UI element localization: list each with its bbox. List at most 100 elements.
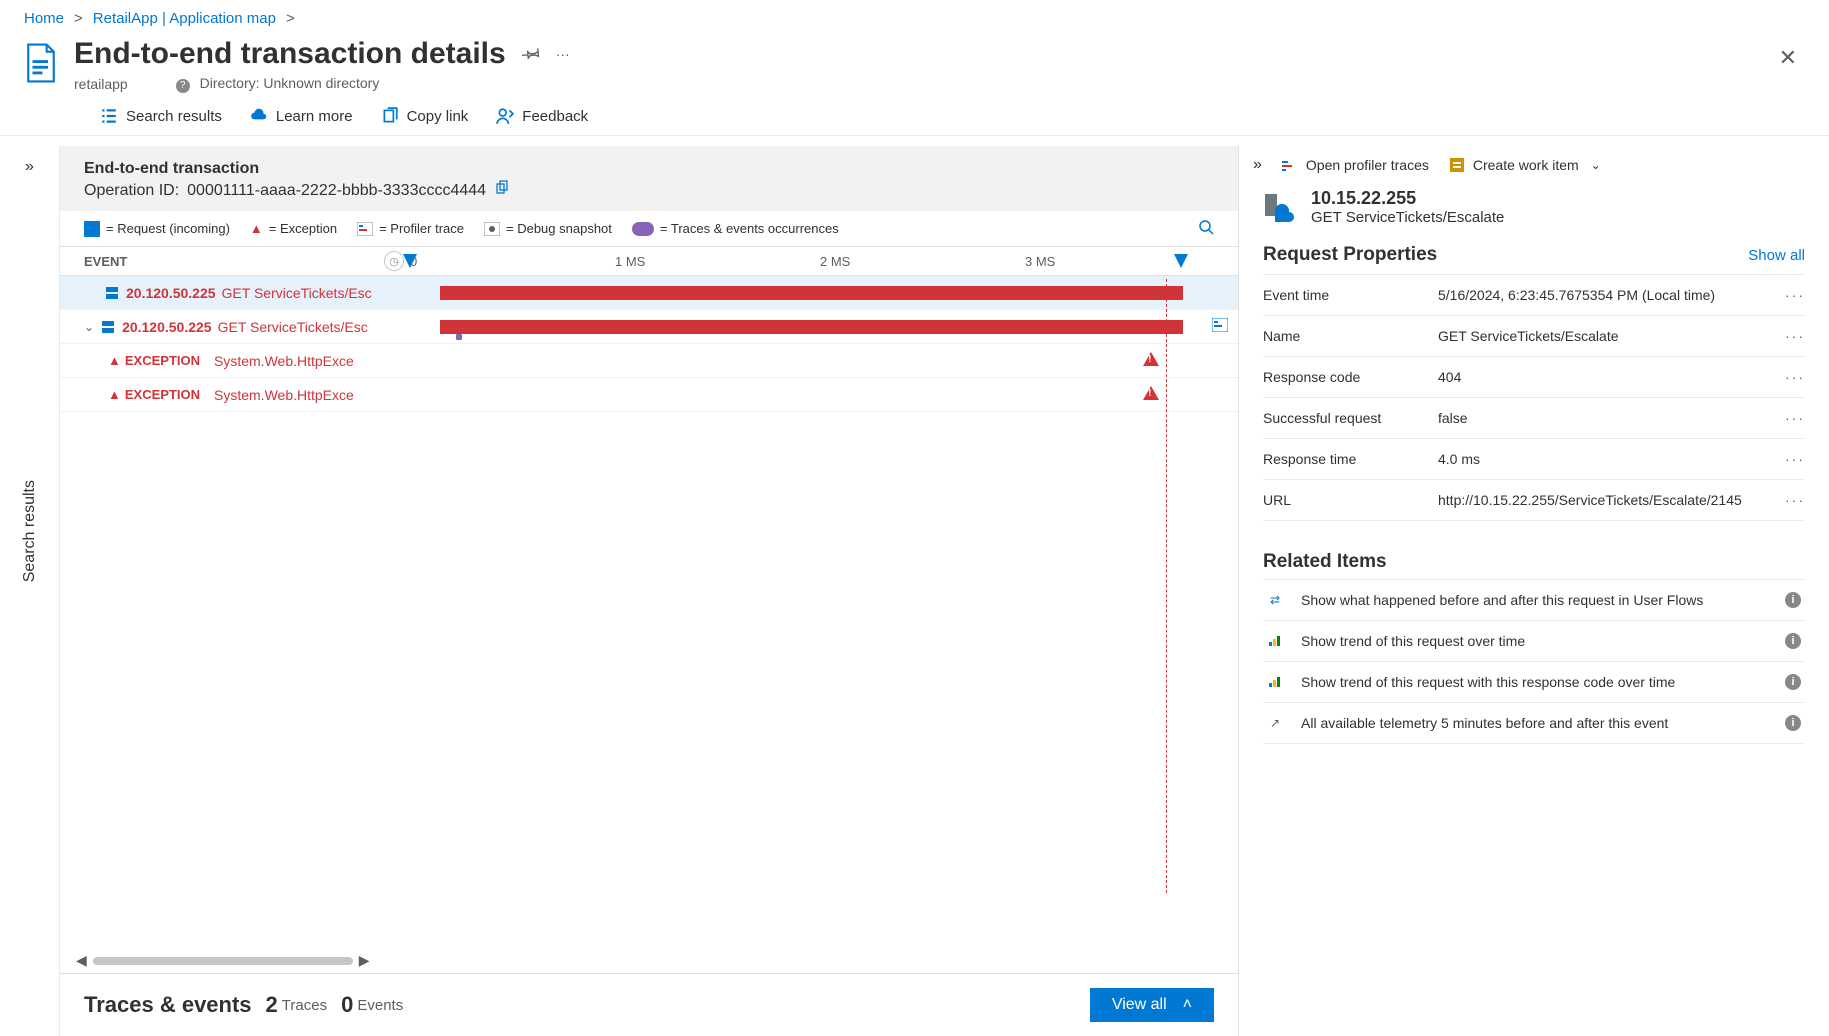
scroll-thumb[interactable] bbox=[93, 957, 353, 965]
properties-table: Event time 5/16/2024, 6:23:45.7675354 PM… bbox=[1263, 274, 1805, 521]
property-more-icon[interactable]: ··· bbox=[1777, 287, 1805, 303]
more-icon[interactable]: ··· bbox=[556, 46, 570, 62]
page-title: End-to-end transaction details bbox=[74, 37, 506, 71]
property-more-icon[interactable]: ··· bbox=[1777, 492, 1805, 508]
timeline-row[interactable]: ▲ EXCEPTION System.Web.HttpExce bbox=[60, 344, 1238, 378]
traces-footer: Traces & events 2 Traces 0 Events View a… bbox=[60, 973, 1238, 1036]
feedback-button[interactable]: Feedback bbox=[496, 107, 588, 125]
collapse-details-button[interactable]: » bbox=[1253, 156, 1262, 174]
main: » Search results End-to-end transaction … bbox=[0, 146, 1829, 1036]
scroll-left-icon[interactable]: ◀ bbox=[76, 952, 87, 969]
timeline-row[interactable]: ⌄ 20.120.50.225 GET ServiceTickets/Esc bbox=[60, 310, 1238, 344]
legend-debug: = Debug snapshot bbox=[484, 221, 612, 236]
axis-tick: 0 bbox=[410, 254, 615, 269]
axis-tick: 2 MS bbox=[820, 254, 1025, 269]
row-op: GET ServiceTickets/Esc bbox=[222, 285, 372, 301]
related-item[interactable]: Show trend of this request over time i bbox=[1263, 621, 1805, 662]
workitem-icon bbox=[1449, 157, 1465, 173]
server-icon bbox=[100, 319, 116, 335]
subtitle: retailapp bbox=[74, 76, 128, 92]
server-icon bbox=[104, 285, 120, 301]
legend-request: = Request (incoming) bbox=[84, 221, 230, 237]
timeline-header: End-to-end transaction Operation ID: 000… bbox=[60, 146, 1238, 211]
cloud-server-icon bbox=[1263, 190, 1297, 224]
info-icon[interactable]: i bbox=[1785, 633, 1801, 649]
search-results-button[interactable]: Search results bbox=[100, 107, 222, 125]
property-row: Response time 4.0 ms ··· bbox=[1263, 439, 1805, 480]
show-all-link[interactable]: Show all bbox=[1748, 247, 1805, 264]
timeline-row[interactable]: 20.120.50.225 GET ServiceTickets/Esc bbox=[60, 276, 1238, 310]
axis-tick: 3 MS bbox=[1025, 254, 1230, 269]
range-handle-right[interactable] bbox=[1174, 254, 1188, 268]
view-all-button[interactable]: View all ˄ bbox=[1090, 988, 1214, 1022]
details-panel: » Open profiler traces Create work item … bbox=[1239, 146, 1829, 1036]
horizontal-scrollbar[interactable]: ◀ ▶ bbox=[60, 948, 1238, 973]
info-icon[interactable]: i bbox=[1785, 592, 1801, 608]
directory-label: ? Directory: Unknown directory bbox=[176, 75, 380, 93]
breadcrumb-home[interactable]: Home bbox=[24, 10, 64, 27]
related-item[interactable]: ⇄ Show what happened before and after th… bbox=[1263, 580, 1805, 621]
related-item[interactable]: ↗ All available telemetry 5 minutes befo… bbox=[1263, 703, 1805, 744]
legend: = Request (incoming) ▲= Exception = Prof… bbox=[60, 211, 1238, 247]
related-items-header: Related Items bbox=[1239, 521, 1829, 579]
chart-icon bbox=[1267, 633, 1283, 649]
left-rail: » Search results bbox=[0, 146, 60, 1036]
pin-icon[interactable] bbox=[522, 44, 540, 65]
property-more-icon[interactable]: ··· bbox=[1777, 369, 1805, 385]
property-more-icon[interactable]: ··· bbox=[1777, 328, 1805, 344]
info-icon[interactable]: i bbox=[1785, 674, 1801, 690]
person-icon bbox=[496, 107, 514, 125]
timeline-axis: EVENT ◷ 0 1 MS 2 MS 3 MS bbox=[60, 247, 1238, 276]
legend-exception: ▲= Exception bbox=[250, 221, 337, 236]
range-handle-left[interactable] bbox=[403, 254, 417, 268]
toolbar: Search results Learn more Copy link Feed… bbox=[0, 101, 1829, 136]
breadcrumb-sep: > bbox=[286, 10, 295, 27]
breadcrumb-sep: > bbox=[74, 10, 83, 27]
expand-rail-button[interactable]: » bbox=[21, 154, 38, 180]
row-ip: 20.120.50.225 bbox=[122, 319, 212, 335]
timeline-title: End-to-end transaction bbox=[84, 160, 1214, 178]
related-item[interactable]: Show trend of this request with this res… bbox=[1263, 662, 1805, 703]
profiler-trace-icon[interactable] bbox=[1212, 318, 1228, 335]
row-op: System.Web.HttpExce bbox=[214, 387, 354, 403]
breadcrumb-app[interactable]: RetailApp | Application map bbox=[93, 10, 276, 27]
flow-icon: ⇄ bbox=[1267, 592, 1283, 608]
asset-summary: 10.15.22.255 GET ServiceTickets/Escalate bbox=[1239, 188, 1829, 244]
expand-row-icon[interactable]: ⌄ bbox=[84, 320, 94, 334]
breadcrumb: Home > RetailApp | Application map > bbox=[0, 0, 1829, 33]
clock-icon[interactable]: ◷ bbox=[384, 251, 404, 271]
property-row: Successful request false ··· bbox=[1263, 398, 1805, 439]
page-header: End-to-end transaction details ··· retai… bbox=[0, 33, 1829, 101]
learn-more-button[interactable]: Learn more bbox=[250, 107, 353, 125]
scroll-right-icon[interactable]: ▶ bbox=[359, 952, 370, 969]
document-icon bbox=[24, 43, 58, 83]
profiler-icon bbox=[1282, 158, 1298, 172]
info-icon[interactable]: i bbox=[1785, 715, 1801, 731]
request-bar bbox=[440, 286, 1183, 300]
section-title: Request Properties bbox=[1263, 244, 1437, 266]
legend-traces: = Traces & events occurrences bbox=[632, 221, 839, 236]
playhead-line bbox=[1166, 279, 1167, 893]
property-row: URL http://10.15.22.255/ServiceTickets/E… bbox=[1263, 480, 1805, 521]
row-ip: 20.120.50.225 bbox=[126, 285, 216, 301]
close-button[interactable]: ✕ bbox=[1771, 37, 1805, 79]
axis-tick: 1 MS bbox=[615, 254, 820, 269]
property-more-icon[interactable]: ··· bbox=[1777, 451, 1805, 467]
arrow-icon: ↗ bbox=[1267, 715, 1283, 731]
events-label: Events bbox=[357, 997, 403, 1014]
copy-operation-id-icon[interactable] bbox=[494, 180, 510, 201]
create-work-item-button[interactable]: Create work item ⌄ bbox=[1449, 157, 1601, 173]
rail-label: Search results bbox=[21, 480, 39, 582]
list-icon bbox=[100, 107, 118, 125]
open-profiler-button[interactable]: Open profiler traces bbox=[1282, 157, 1429, 173]
row-op: System.Web.HttpExce bbox=[214, 353, 354, 369]
request-properties-header: Request Properties Show all bbox=[1239, 244, 1829, 274]
related-list: ⇄ Show what happened before and after th… bbox=[1263, 579, 1805, 744]
traces-label: Traces bbox=[282, 997, 327, 1014]
request-bar bbox=[440, 320, 1183, 334]
legend-search-icon[interactable] bbox=[1198, 219, 1214, 238]
property-more-icon[interactable]: ··· bbox=[1777, 410, 1805, 426]
copy-link-button[interactable]: Copy link bbox=[381, 107, 469, 125]
exception-marker bbox=[1143, 352, 1159, 366]
timeline-row[interactable]: ▲ EXCEPTION System.Web.HttpExce bbox=[60, 378, 1238, 412]
